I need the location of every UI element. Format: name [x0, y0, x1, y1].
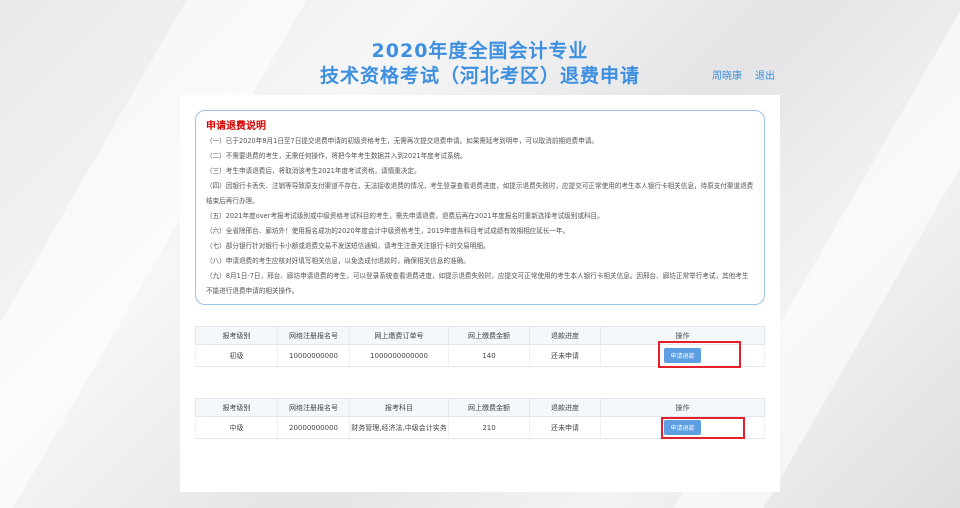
header-status: 退款进度 — [529, 326, 601, 345]
notice-item: （三）考生申请退费后，将取消该考生2021年度考试资格，请慎重决定。 — [206, 167, 421, 175]
notice-item: （八）申请退费的考生应核对好填写相关信息，以免造成付退款时，确保相关信息的准确。 — [206, 257, 470, 265]
notice-item: （二）不需要退费的考生，无需任何操作，将把今年考生数据并入到2021年度考试系统… — [206, 152, 467, 160]
highlight-box — [658, 341, 741, 368]
header-level: 报考级别 — [195, 398, 278, 417]
cell-subjects: 财务管理,经济法,中级会计实务 — [349, 416, 449, 439]
notice-item: （四）因银行卡丢失、注销等导致原支付渠道不存在，无法接收退费的情况，考生登录查看… — [206, 182, 754, 205]
header-level: 报考级别 — [195, 326, 278, 345]
page-title-line2: 技术资格考试（河北考区）退费申请 — [319, 65, 640, 87]
cell-level: 初级 — [195, 344, 278, 367]
header-amount: 网上缴费金额 — [448, 326, 530, 345]
header-subjects: 报考科目 — [349, 398, 449, 417]
user-name-link[interactable]: 周晓康 — [712, 67, 742, 82]
notice-heading: 申请退费说明 — [206, 121, 266, 132]
header-reg-no: 网络注册报名号 — [277, 398, 350, 417]
notice-item: （五）2021年度over考报考试级别或中级资格考试科目的考生，需先申请退费，退… — [206, 212, 604, 220]
cell-reg-no: 10000000000 — [277, 344, 350, 367]
header-order-no: 网上缴费订单号 — [349, 326, 449, 345]
cell-level: 中级 — [195, 416, 278, 439]
highlight-box — [661, 417, 745, 439]
logout-link[interactable]: 退出 — [755, 67, 775, 82]
header-action: 操作 — [600, 398, 765, 417]
page-title-line1: 2020年度全国会计专业 — [371, 40, 589, 62]
notice-item: （七）部分银行针对银行卡小额或退费交易不发送短信通知，请考生注意关注银行卡的交易… — [206, 242, 490, 250]
header-status: 退款进度 — [529, 398, 601, 417]
notice-item: （九）8月1日-7日，邢台、廊坊申请退费的考生，可以登录系统查看退费进度，如提示… — [206, 272, 749, 295]
notice-item: （六）全省除邢台、廊坊外！使用报名成功的2020年度会计中级资格考生，2019年… — [206, 227, 570, 235]
cell-amount: 210 — [448, 416, 530, 439]
header-reg-no: 网络注册报名号 — [277, 326, 350, 345]
cell-amount: 140 — [448, 344, 530, 367]
table-header-row: 报考级别 网络注册报名号 报考科目 网上缴费金额 退款进度 操作 — [195, 398, 765, 417]
refund-notice: 申请退费说明 （一）已于2020年8月1日至7日提交退费申请的初级资格考生，无需… — [195, 110, 765, 305]
cell-status: 还未申请 — [529, 344, 601, 367]
cell-reg-no: 20000000000 — [277, 416, 350, 439]
notice-item: （一）已于2020年8月1日至7日提交退费申请的初级资格考生，无需再次提交退费申… — [206, 137, 599, 145]
cell-status: 还未申请 — [529, 416, 601, 439]
cell-order-no: 1000000000000 — [349, 344, 449, 367]
header-amount: 网上缴费金额 — [448, 398, 530, 417]
main-panel: 申请退费说明 （一）已于2020年8月1日至7日提交退费申请的初级资格考生，无需… — [180, 95, 780, 492]
